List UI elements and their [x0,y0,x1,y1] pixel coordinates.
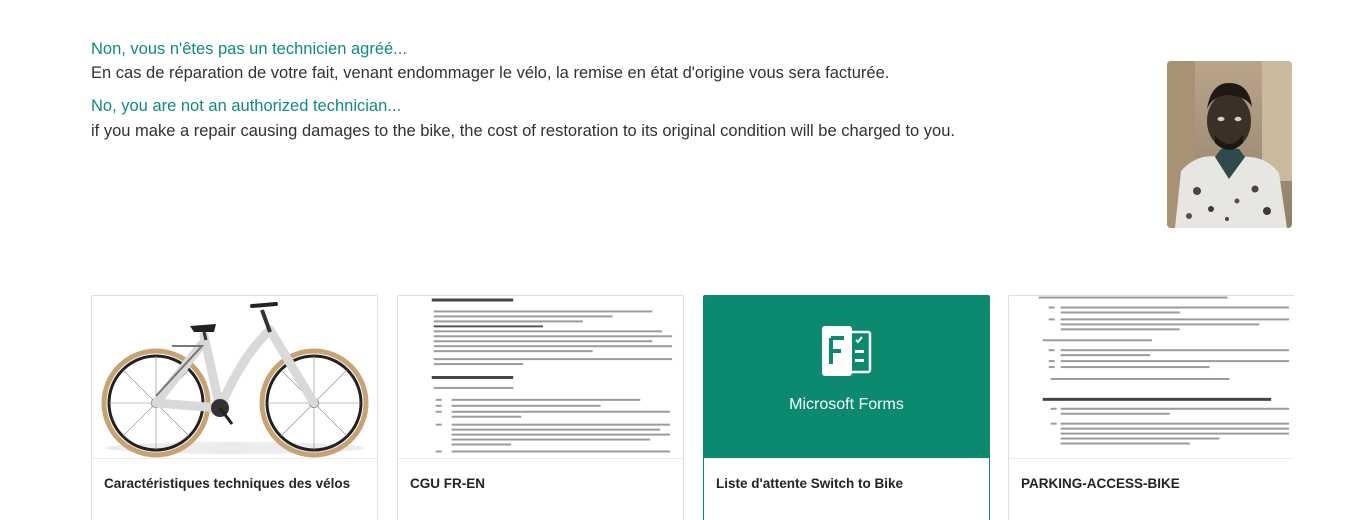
technician-photo [1167,61,1292,228]
microsoft-forms-label: Microsoft Forms [789,396,904,413]
tile-label: Liste d'attente Switch to Bike [716,476,903,491]
document-preview [398,296,683,459]
tile-label: Caractéristiques techniques des vélos [104,476,351,491]
tile-waitlist-form[interactable]: Microsoft Forms Liste d'attente Switch t… [703,295,990,520]
microsoft-forms-thumbnail: Microsoft Forms [704,296,989,459]
tiles-section: Caractéristiques techniques des vélos CG… [91,295,1294,520]
notice-fr-body: En cas de réparation de votre fait, vena… [91,64,890,82]
tile-parking-access[interactable]: PARKING-ACCESS-BIKE [1008,295,1294,520]
tile-label: CGU FR-EN [410,476,485,491]
bike-image [92,296,377,459]
microsoft-forms-icon [822,326,872,376]
page: Non, vous n'êtes pas un technicien agréé… [0,0,1369,520]
notice-en-title: No, you are not an authorized technician… [91,97,402,115]
document-preview [1009,296,1294,459]
tile-cgu[interactable]: CGU FR-EN [397,295,684,520]
tile-bike-specs[interactable]: Caractéristiques techniques des vélos [91,295,378,520]
tile-label: PARKING-ACCESS-BIKE [1021,476,1180,491]
notice-fr-title: Non, vous n'êtes pas un technicien agréé… [91,40,407,58]
notice-en-body: if you make a repair causing damages to … [91,122,955,140]
